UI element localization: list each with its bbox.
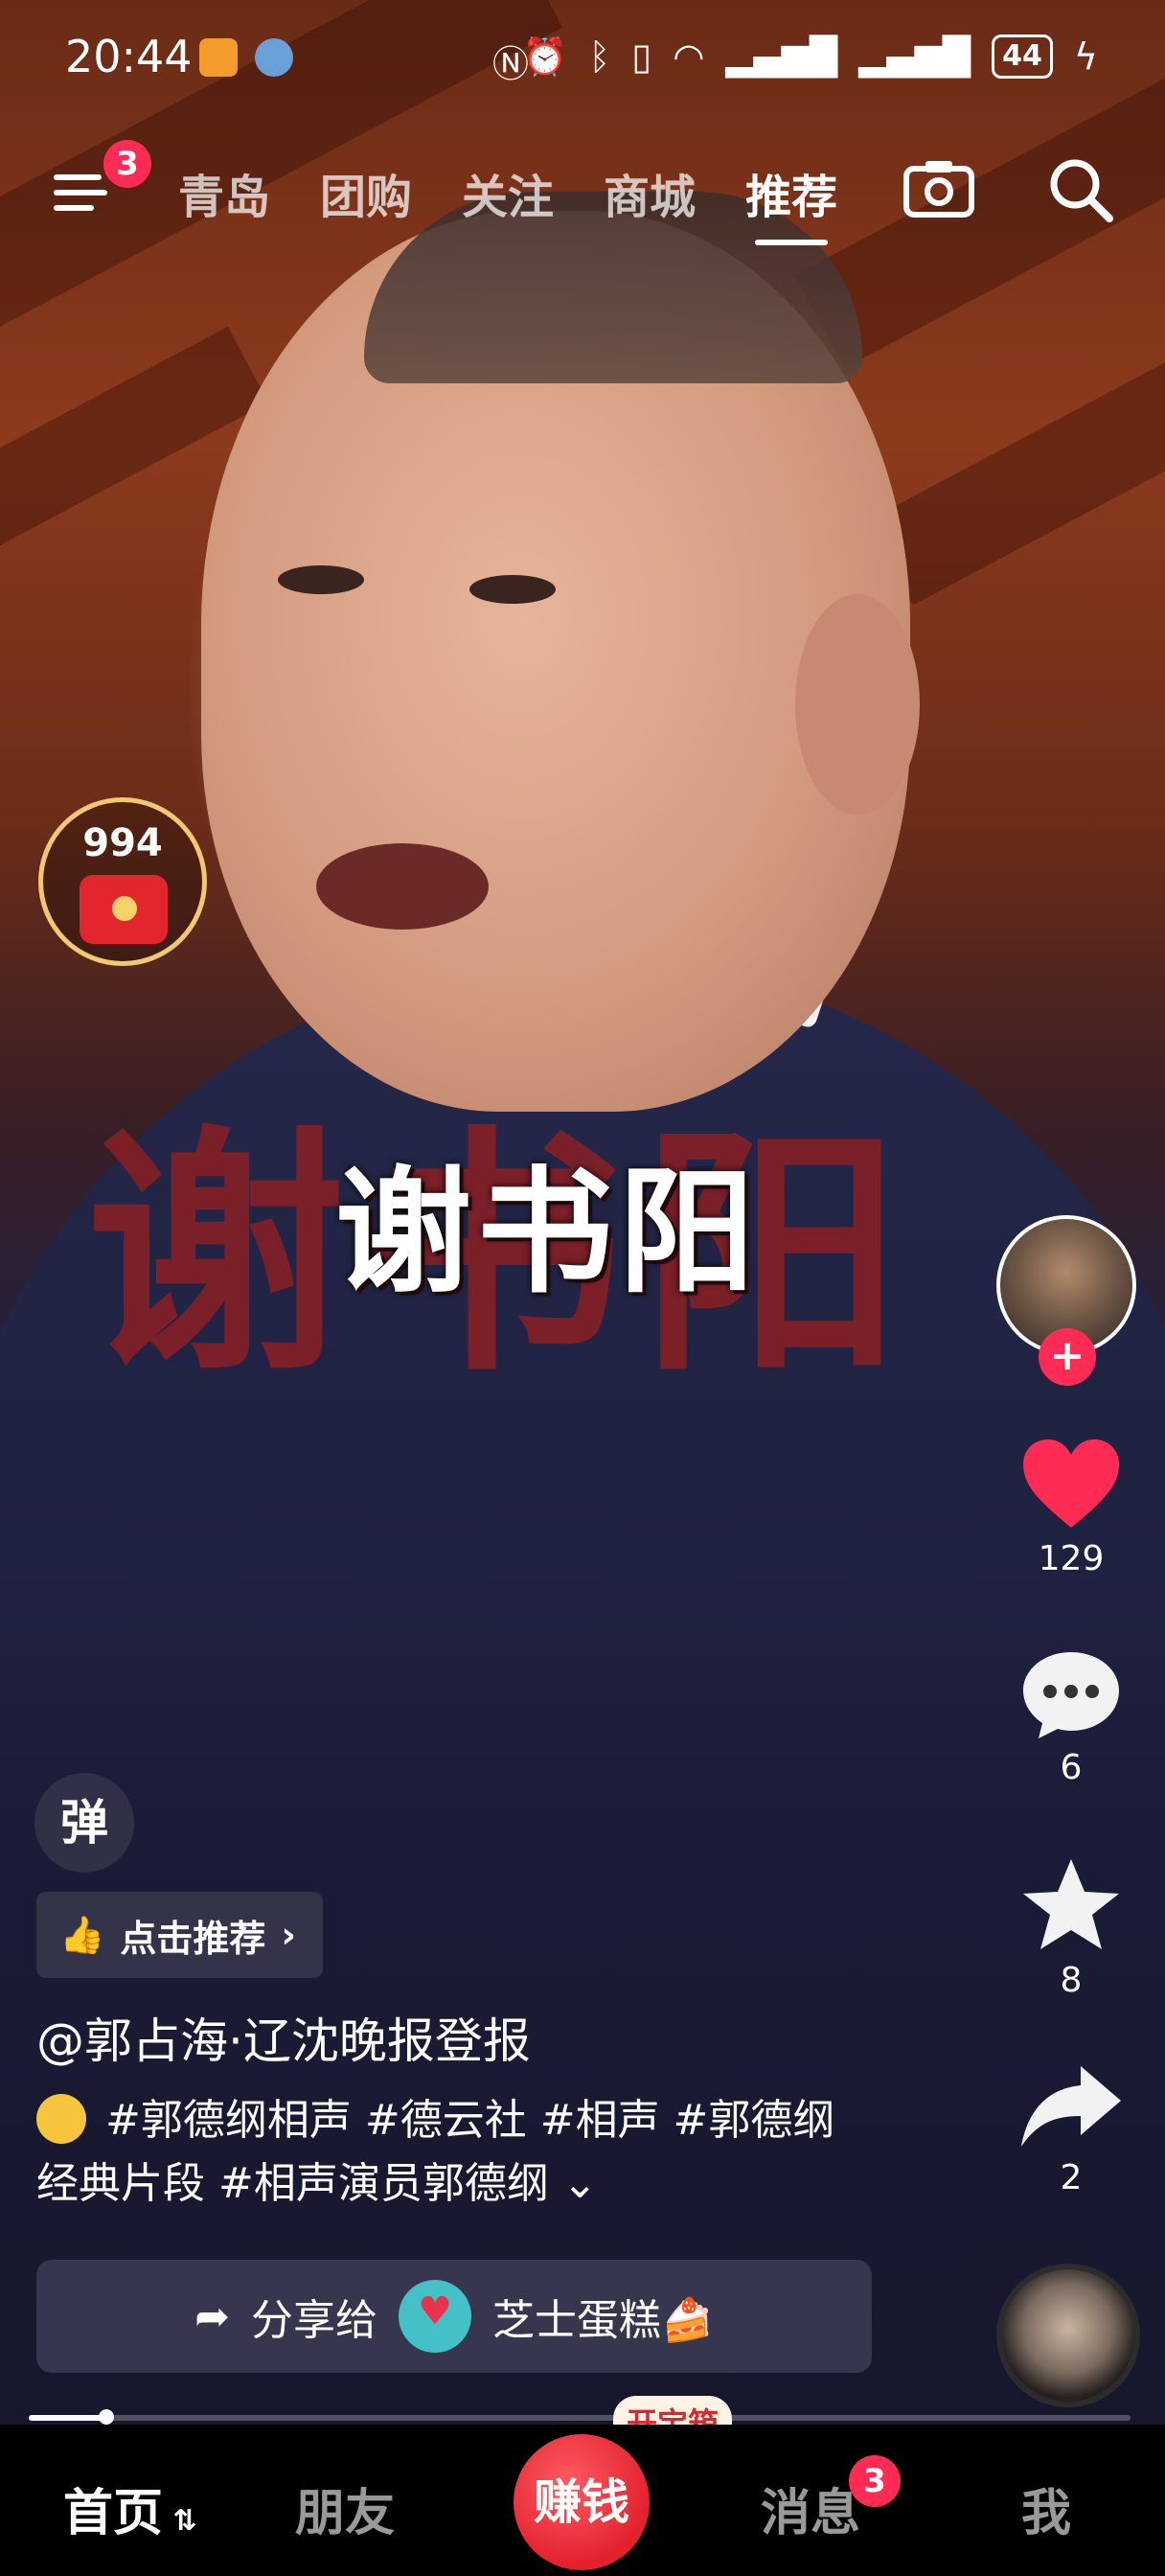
performer-eye-left: [278, 565, 364, 594]
performer-eye-right: [469, 575, 556, 604]
charging-icon: ϟ: [1073, 35, 1098, 78]
nav-friends[interactable]: 朋友: [295, 2472, 395, 2544]
vibrate-icon: ▯: [631, 35, 652, 78]
video-description[interactable]: #郭德纲相声 #德云社 #相声 #郭德纲 经典片段 #相声演员郭德纲 ⌄: [36, 2089, 899, 2216]
notification-avatar-icon: [255, 38, 293, 77]
status-bar: 20:44 Ⓝ ⏰ ᛒ ▯ ◠ ▂▄▆█ ▂▄▆█ 44 ϟ: [0, 0, 1165, 115]
comment-icon: [1023, 1652, 1119, 1738]
like-button[interactable]: 129: [994, 1438, 1148, 1578]
tab-group-buy[interactable]: 团购: [320, 159, 412, 226]
star-icon: [1023, 1859, 1119, 1949]
nav-messages-label: 消息: [761, 2485, 861, 2542]
menu-icon-bar: [54, 190, 107, 196]
expand-chevron-icon[interactable]: ⌄: [562, 2159, 598, 2208]
friend-name: 芝士蛋糕🍰: [492, 2296, 714, 2345]
friend-avatar: [399, 2280, 472, 2353]
nav-me[interactable]: 我: [1021, 2472, 1071, 2544]
share-icon: ➦: [194, 2291, 231, 2341]
favorite-button[interactable]: 8: [994, 1855, 1148, 2000]
heart-icon: [1023, 1439, 1119, 1528]
tab-mall[interactable]: 商城: [604, 159, 696, 226]
menu-button[interactable]: 3: [54, 140, 151, 220]
search-icon: [1050, 159, 1113, 222]
share-button[interactable]: 2: [994, 2060, 1148, 2197]
signal-icon-2: ▂▄▆█: [858, 35, 971, 78]
notification-app-icon: [199, 38, 238, 77]
search-button[interactable]: [1044, 153, 1117, 226]
tab-recommended[interactable]: 推荐: [745, 159, 837, 245]
menu-icon-bar: [54, 174, 102, 180]
like-count: 129: [1038, 1539, 1105, 1578]
tab-following[interactable]: 关注: [462, 159, 554, 226]
progress-fill: [29, 2415, 106, 2421]
performer-ear: [795, 594, 920, 815]
follow-button[interactable]: +: [1039, 1328, 1096, 1386]
share-to-friend-bar[interactable]: ➦ 分享给 芝士蛋糕🍰: [36, 2260, 872, 2373]
status-icons: ⏰ ᛒ ▯ ◠ ▂▄▆█ ▂▄▆█ 44 ϟ: [522, 34, 1098, 79]
comment-button[interactable]: 6: [994, 1646, 1148, 1787]
share-arrow-icon: [1021, 2066, 1121, 2147]
alarm-icon: ⏰: [522, 34, 568, 78]
nav-messages[interactable]: 消息 3: [761, 2455, 901, 2544]
red-envelope-icon: [80, 875, 168, 944]
playback-progress-bar[interactable]: [29, 2409, 1131, 2425]
tab-qingdao[interactable]: 青岛: [178, 159, 270, 226]
status-time: 20:44: [65, 31, 193, 82]
laughing-emoji-icon: [36, 2094, 86, 2144]
camera-button[interactable]: [902, 157, 975, 218]
description-line-1: #郭德纲相声 #德云社 #相声 #郭德纲: [105, 2096, 835, 2145]
switch-arrows-icon: ⇅: [163, 2504, 197, 2538]
red-packet-count: 994: [82, 821, 163, 865]
progress-knob[interactable]: [98, 2409, 114, 2425]
messages-badge: 3: [849, 2455, 901, 2507]
thumbs-up-icon: 👍: [59, 1913, 105, 1956]
share-label: 分享给: [251, 2296, 378, 2345]
recommend-label: 点击推荐: [120, 1917, 266, 1960]
camera-icon: [903, 161, 974, 218]
battery-icon: 44: [992, 34, 1053, 79]
signal-icon: ▂▄▆█: [725, 35, 838, 78]
favorite-count: 8: [1060, 1961, 1083, 2000]
danmaku-toggle-button[interactable]: 弹: [34, 1773, 134, 1873]
red-packet-widget[interactable]: 994: [38, 797, 207, 966]
feed-tabs: 青岛 团购 关注 商城 推荐: [178, 159, 837, 245]
recommend-button[interactable]: 👍 点击推荐 ›: [36, 1892, 324, 1978]
performer-mouth: [316, 843, 489, 930]
nav-earn-button[interactable]: 赚钱: [514, 2434, 650, 2570]
bluetooth-icon: ᛒ: [588, 35, 611, 78]
wifi-icon: ◠: [673, 35, 705, 78]
nav-home[interactable]: 首页 ⇅: [63, 2472, 197, 2544]
music-disc[interactable]: [996, 2264, 1140, 2407]
share-count: 2: [1060, 2158, 1083, 2197]
bottom-navigation: 首页 ⇅ 朋友 赚钱 消息 3 我: [0, 2425, 1165, 2576]
chevron-right-icon: ›: [281, 1914, 297, 1956]
author-name[interactable]: @郭占海·辽沈晚报登报: [36, 2003, 531, 2072]
video-caption: 谢书阳: [335, 1154, 761, 1312]
menu-icon-bar: [54, 205, 94, 211]
description-line-2: 经典片段 #相声演员郭德纲: [36, 2159, 549, 2208]
top-navigation: 3 青岛 团购 关注 商城 推荐: [0, 140, 1165, 249]
comment-count: 6: [1060, 1748, 1083, 1787]
menu-badge: 3: [103, 140, 151, 188]
nav-home-label: 首页: [63, 2485, 164, 2542]
